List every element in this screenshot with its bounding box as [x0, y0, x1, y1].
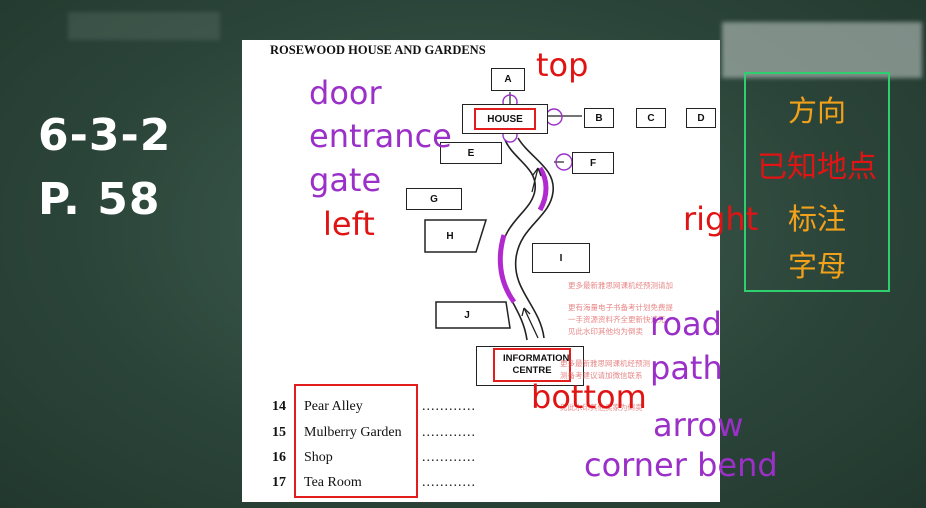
answer-blank[interactable]: ............	[422, 425, 476, 441]
answer-blank[interactable]: ............	[422, 399, 476, 415]
building-c: C	[636, 108, 666, 128]
question-label: Tea Room	[304, 475, 362, 490]
question-label: Shop	[304, 450, 333, 465]
annotation-arrow: arrow	[653, 406, 744, 444]
annotation-left: left	[323, 205, 375, 243]
building-d: D	[686, 108, 716, 128]
answer-blank[interactable]: ............	[422, 475, 476, 491]
question-label: Mulberry Garden	[304, 425, 402, 440]
building-a: A	[491, 68, 525, 91]
annotation-corner-bend: corner bend	[584, 446, 778, 484]
house-highlight-box: HOUSE	[474, 108, 536, 130]
slide-code: 6-3-2	[38, 110, 172, 161]
blurred-banner-right	[722, 22, 922, 78]
building-house-label: HOUSE	[487, 113, 523, 125]
question-row: 15 Mulberry Garden ............	[272, 425, 512, 443]
road-highlight-lower	[497, 234, 517, 304]
blurred-banner-left	[68, 12, 220, 40]
watermark-line: 见此水印其他均为倒卖	[568, 327, 643, 336]
answer-blank[interactable]: ............	[422, 450, 476, 466]
question-row: 16 Shop ............	[272, 450, 512, 468]
watermark-line: 更多最新雅思网课机经预测请加	[568, 281, 673, 290]
building-g: G	[406, 188, 462, 210]
annotation-top: top	[536, 46, 589, 84]
road-outline-right	[514, 137, 554, 339]
building-f: F	[572, 152, 614, 174]
gate-circle-side	[545, 108, 563, 126]
annotation-door: door	[309, 74, 382, 112]
tip-label: 标注	[787, 202, 846, 236]
annotation-path: path	[650, 349, 723, 387]
building-b: B	[584, 108, 614, 128]
tip-letters: 字母	[787, 249, 846, 283]
annotation-road: road	[650, 305, 722, 343]
tip-known-places: 已知地点	[757, 150, 877, 185]
slide-page: P. 58	[38, 174, 161, 225]
building-i: I	[532, 243, 590, 273]
watermark-line: 更多最新雅思网课机经预测	[560, 359, 650, 368]
tip-direction: 方向	[787, 94, 846, 128]
building-j: J	[464, 309, 470, 321]
question-number: 15	[272, 425, 286, 440]
information-centre-label: INFORMATION CENTRE	[503, 353, 570, 376]
annotation-entrance: entrance	[309, 117, 452, 155]
building-h: H	[446, 230, 454, 242]
question-number: 14	[272, 399, 286, 414]
question-label: Pear Alley	[304, 399, 363, 414]
question-row: 14 Pear Alley ............	[272, 399, 512, 417]
annotation-gate: gate	[309, 161, 382, 199]
question-number: 16	[272, 450, 286, 465]
question-number: 17	[272, 475, 286, 490]
annotation-bottom: bottom	[531, 378, 647, 416]
question-row: 17 Tea Room ............	[272, 475, 512, 493]
